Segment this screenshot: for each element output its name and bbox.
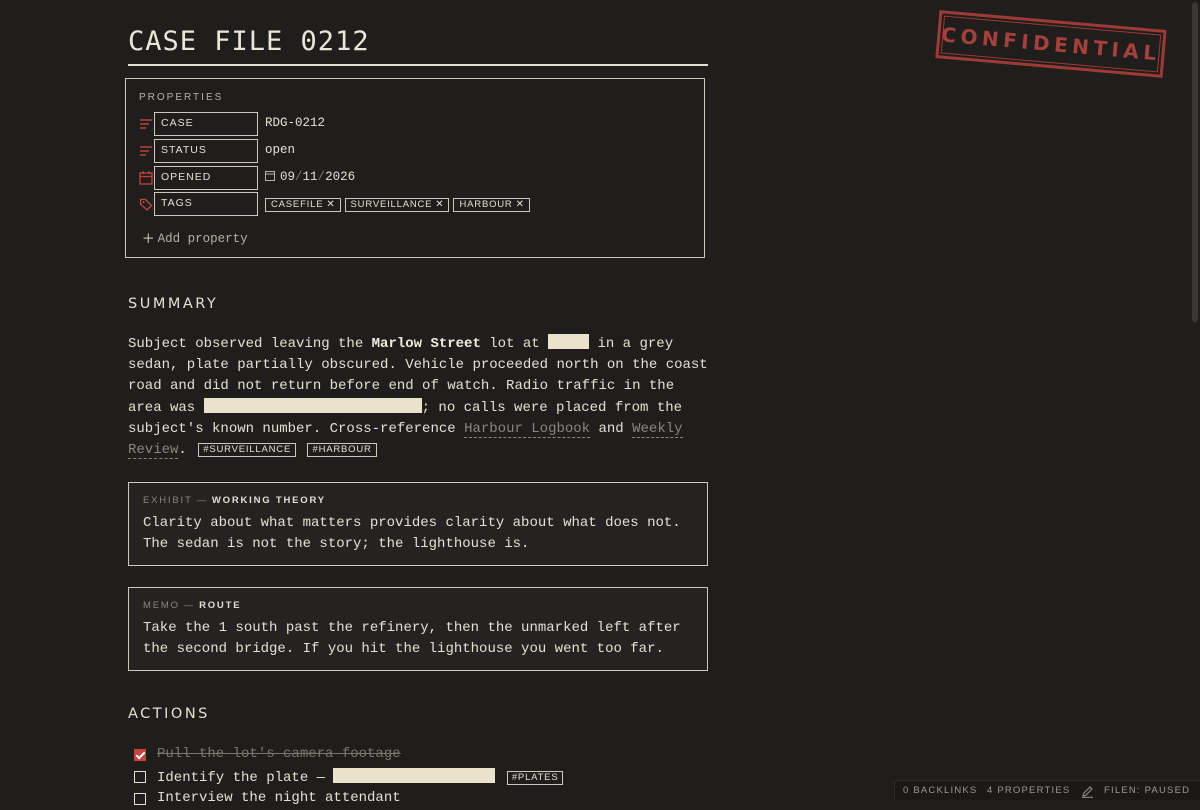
text-lines-icon: [140, 119, 152, 129]
date-separator: /: [295, 170, 303, 184]
date-month: 09: [280, 170, 296, 184]
exhibit-callout-body: Clarity about what matters provides clar…: [143, 515, 681, 552]
status-bar: 0 BACKLINKS 4 PROPERTIES FILEN: PAUSED: [894, 780, 1200, 800]
memo-callout: MEMO — ROUTE Take the 1 south past the ref…: [128, 587, 708, 671]
summary-heading: SUMMARY: [128, 296, 219, 312]
task-item: Interview the night attendant: [134, 790, 708, 810]
hashtag-harbour[interactable]: #HARBOUR: [307, 443, 377, 458]
memo-callout-header: MEMO — ROUTE: [143, 600, 242, 611]
hashtag-plates[interactable]: #PLATES: [506, 771, 564, 785]
property-key-tags[interactable]: TAGS: [154, 192, 258, 216]
exhibit-callout: EXHIBIT — WORKING THEORY Clarity about wha…: [128, 482, 708, 566]
memo-callout-body: Take the 1 south past the refinery, then…: [143, 620, 681, 657]
plus-icon: +: [142, 229, 155, 247]
property-value-opened[interactable]: 09/11/2026: [265, 170, 355, 184]
confidential-stamp: CONFIDENTIAL: [935, 10, 1167, 78]
task-text: Identify the plate — #PLATES: [157, 768, 564, 786]
page-title: CASE FILE 0212: [128, 26, 708, 66]
sync-status[interactable]: FILEN: PAUSED: [1104, 781, 1190, 801]
properties-count[interactable]: 4 PROPERTIES: [987, 781, 1070, 801]
remove-tag-icon[interactable]: ✕: [326, 199, 335, 210]
task-item: Pull the lot's camera footage: [134, 746, 708, 766]
redaction-block: [203, 397, 422, 413]
add-property-button[interactable]: + Add property: [142, 229, 248, 247]
properties-panel: PROPERTIES CASE RDG-0212 STATUS open OPE…: [125, 78, 705, 258]
calendar-icon: [139, 171, 153, 185]
properties-heading: PROPERTIES: [139, 92, 224, 103]
edit-pencil-icon[interactable]: [1081, 785, 1094, 798]
date-day: 11: [302, 170, 318, 184]
tags-icon: [139, 198, 153, 211]
property-key-status[interactable]: STATUS: [154, 139, 258, 163]
tag-pill-harbour[interactable]: HARBOUR ✕: [453, 198, 530, 212]
date-separator: /: [317, 170, 326, 184]
link-harbour-logbook[interactable]: Harbour Logbook: [464, 420, 591, 438]
tag-pill-casefile[interactable]: CASEFILE ✕: [265, 198, 341, 212]
property-value-tags: CASEFILE ✕ SURVEILLANCE ✕ HARBOUR ✕: [265, 197, 534, 212]
redaction-block: [548, 334, 590, 349]
task-text: Interview the night attendant: [157, 790, 401, 806]
checkbox-unchecked[interactable]: [134, 771, 146, 783]
date-year: 2026: [325, 170, 356, 184]
property-row-status: STATUS open: [139, 139, 699, 163]
property-key-opened[interactable]: OPENED: [154, 166, 258, 190]
property-key-case[interactable]: CASE: [154, 112, 258, 136]
tag-pill-surveillance[interactable]: SURVEILLANCE ✕: [344, 198, 450, 212]
redaction-block: [333, 768, 496, 783]
summary-paragraph: Subject observed leaving the Marlow Stre…: [128, 334, 708, 460]
bold-location: Marlow Street: [371, 336, 481, 352]
property-row-tags: TAGS CASEFILE ✕ SURVEILLANCE ✕ HARBOUR ✕: [139, 192, 699, 216]
property-row-opened: OPENED 09/11/2026: [139, 166, 699, 190]
checkbox-checked[interactable]: [134, 749, 146, 761]
exhibit-callout-header: EXHIBIT — WORKING THEORY: [143, 495, 326, 506]
backlinks-count[interactable]: 0 BACKLINKS: [903, 781, 977, 801]
property-value-case[interactable]: RDG-0212: [265, 116, 325, 130]
hashtag-surveillance[interactable]: #SURVEILLANCE: [198, 443, 297, 458]
task-text: Pull the lot's camera footage: [157, 746, 401, 762]
calendar-small-icon[interactable]: [265, 170, 275, 181]
task-item: Identify the plate — #PLATES: [134, 768, 708, 788]
remove-tag-icon[interactable]: ✕: [516, 199, 525, 210]
scrollbar-thumb[interactable]: [1192, 2, 1198, 322]
property-row-case: CASE RDG-0212: [139, 112, 699, 136]
remove-tag-icon[interactable]: ✕: [435, 199, 444, 210]
checkbox-unchecked[interactable]: [134, 793, 146, 805]
actions-heading: ACTIONS: [128, 706, 210, 722]
text-lines-icon: [140, 146, 152, 156]
property-value-status[interactable]: open: [265, 143, 295, 157]
